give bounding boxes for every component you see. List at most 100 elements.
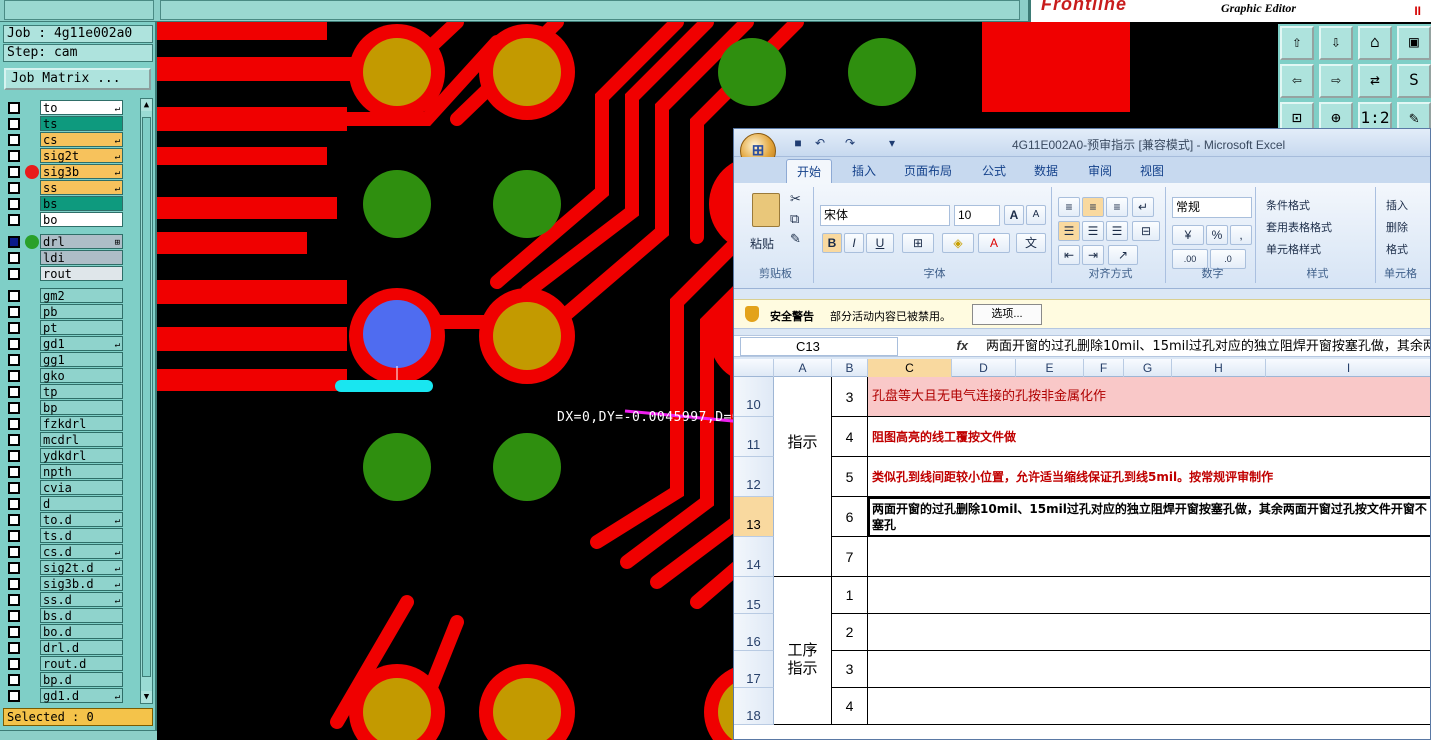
layer-name[interactable]: tp — [40, 384, 123, 399]
underline-icon[interactable]: U — [866, 233, 894, 253]
layer-checkbox[interactable] — [8, 236, 20, 248]
layer-row[interactable]: bo — [4, 212, 138, 228]
security-options-button[interactable]: 选项... — [972, 304, 1042, 325]
cell-c[interactable] — [868, 537, 1430, 577]
shrink-font-icon[interactable]: A — [1026, 205, 1046, 225]
name-box[interactable]: C13 — [740, 337, 898, 356]
layer-row[interactable]: cvia — [4, 480, 138, 496]
job-matrix-button[interactable]: Job Matrix ... — [4, 68, 151, 90]
conditional-format-button[interactable]: 条件格式 — [1266, 197, 1310, 213]
layer-row[interactable]: to.d ↵ — [4, 512, 138, 528]
layer-name[interactable]: sig2t ↵ — [40, 148, 123, 163]
cell-b[interactable]: 3 — [832, 377, 868, 417]
layer-checkbox[interactable] — [8, 102, 20, 114]
layer-name[interactable]: cvia — [40, 480, 123, 495]
tab-data[interactable]: 数据 — [1034, 162, 1058, 179]
cell-c[interactable]: 阻图高亮的线工覆按文件做 — [868, 417, 1430, 457]
layer-name[interactable]: to.d ↵ — [40, 512, 123, 527]
layer-name[interactable]: gd1.d ↵ — [40, 688, 123, 703]
column-header[interactable]: D — [952, 359, 1016, 377]
layer-checkbox[interactable] — [8, 118, 20, 130]
layer-row[interactable]: ss ↵ — [4, 180, 138, 196]
tab-insert[interactable]: 插入 — [852, 162, 876, 179]
swap-icon[interactable]: ⇄ — [1358, 64, 1392, 98]
border-icon[interactable]: ⊞ — [902, 233, 934, 253]
layer-row[interactable]: gm2 — [4, 288, 138, 304]
layer-row[interactable]: ts — [4, 116, 138, 132]
layer-row[interactable]: bs.d — [4, 608, 138, 624]
layer-row[interactable]: sig3b ↵ — [4, 164, 138, 180]
cut-icon[interactable]: ✂ — [790, 191, 801, 207]
layer-name[interactable]: gm2 — [40, 288, 123, 303]
copy-icon[interactable]: ⧉ — [790, 211, 799, 227]
align-top-icon[interactable]: ≡ — [1058, 197, 1080, 217]
layer-row[interactable]: cs ↵ — [4, 132, 138, 148]
align-right-icon[interactable]: ☰ — [1106, 221, 1128, 241]
layer-checkbox[interactable] — [8, 450, 20, 462]
layer-checkbox[interactable] — [8, 690, 20, 702]
layer-row[interactable]: sig3b.d ↵ — [4, 576, 138, 592]
layer-name[interactable]: pt — [40, 320, 123, 335]
layer-row[interactable]: ldi — [4, 250, 138, 266]
layer-name[interactable]: to ↵ — [40, 100, 123, 115]
layer-row[interactable]: tp — [4, 384, 138, 400]
layer-checkbox[interactable] — [8, 134, 20, 146]
table-format-button[interactable]: 套用表格格式 — [1266, 219, 1332, 235]
layer-name[interactable]: ts.d — [40, 528, 123, 543]
tab-formulas[interactable]: 公式 — [982, 162, 1006, 179]
layer-row[interactable]: sig2t.d ↵ — [4, 560, 138, 576]
toolbar-field[interactable] — [4, 0, 154, 20]
layer-name[interactable]: npth — [40, 464, 123, 479]
layer-name[interactable]: pb — [40, 304, 123, 319]
column-header[interactable]: H — [1172, 359, 1266, 377]
row-header[interactable]: 10 — [734, 377, 774, 417]
scroll-up-icon[interactable]: ▲ — [141, 99, 152, 111]
column-header[interactable]: A — [774, 359, 832, 377]
layer-row[interactable]: gd1 ↵ — [4, 336, 138, 352]
row-header[interactable]: 15 — [734, 577, 774, 614]
worksheet-grid[interactable]: ABCDEFGHI 10 3 孔盘等大且无电气连接的孔按非金属化作 11 4 阻图高亮的线… — [734, 359, 1430, 739]
layer-checkbox[interactable] — [8, 642, 20, 654]
row-header[interactable]: 12 — [734, 457, 774, 497]
column-header[interactable]: E — [1016, 359, 1084, 377]
layer-checkbox[interactable] — [8, 594, 20, 606]
layer-name[interactable]: gko — [40, 368, 123, 383]
column-header[interactable]: C — [868, 359, 952, 377]
cell-c[interactable]: 孔盘等大且无电气连接的孔按非金属化作 — [868, 377, 1430, 417]
layer-checkbox[interactable] — [8, 626, 20, 638]
up-arrow-icon[interactable]: ⇧ — [1280, 26, 1314, 60]
layer-row[interactable]: bo.d — [4, 624, 138, 640]
increase-indent-icon[interactable]: ⇥ — [1082, 245, 1104, 265]
paste-button[interactable]: 粘贴 — [750, 235, 774, 252]
layer-name[interactable]: ts — [40, 116, 123, 131]
fx-icon[interactable]: fx — [900, 337, 978, 356]
fill-color-icon[interactable]: ◈ — [942, 233, 974, 253]
row-header[interactable]: 14 — [734, 537, 774, 577]
cell-b[interactable]: 4 — [832, 688, 868, 725]
layer-row[interactable]: cs.d ↵ — [4, 544, 138, 560]
insert-cells-button[interactable]: 插入 — [1386, 197, 1408, 213]
layer-row[interactable]: drl.d — [4, 640, 138, 656]
cell-c[interactable]: 类似孔到线间距较小位置，允许适当缩线保证孔到线5mil。按常规评审制作 — [868, 457, 1430, 497]
down-arrow-icon[interactable]: ⇩ — [1319, 26, 1353, 60]
layer-row[interactable]: ts.d — [4, 528, 138, 544]
layer-row[interactable]: bp — [4, 400, 138, 416]
layer-row[interactable]: gko — [4, 368, 138, 384]
cell-c[interactable] — [868, 688, 1430, 725]
qat-menu-icon[interactable]: ▾ — [884, 136, 900, 150]
layer-checkbox[interactable] — [8, 482, 20, 494]
delete-cells-button[interactable]: 删除 — [1386, 219, 1408, 235]
scroll-down-icon[interactable]: ▼ — [141, 691, 152, 703]
row-header[interactable]: 11 — [734, 417, 774, 457]
cell-style-button[interactable]: 单元格样式 — [1266, 241, 1321, 257]
layer-checkbox[interactable] — [8, 268, 20, 280]
layer-name[interactable]: d — [40, 496, 123, 511]
layer-name[interactable]: ss ↵ — [40, 180, 123, 195]
cell-b[interactable]: 4 — [832, 417, 868, 457]
layer-name[interactable]: drl.d — [40, 640, 123, 655]
italic-icon[interactable]: I — [844, 233, 864, 253]
layer-row[interactable]: d — [4, 496, 138, 512]
layer-name[interactable]: cs ↵ — [40, 132, 123, 147]
cell-c[interactable] — [868, 651, 1430, 688]
cell-b[interactable]: 2 — [832, 614, 868, 651]
